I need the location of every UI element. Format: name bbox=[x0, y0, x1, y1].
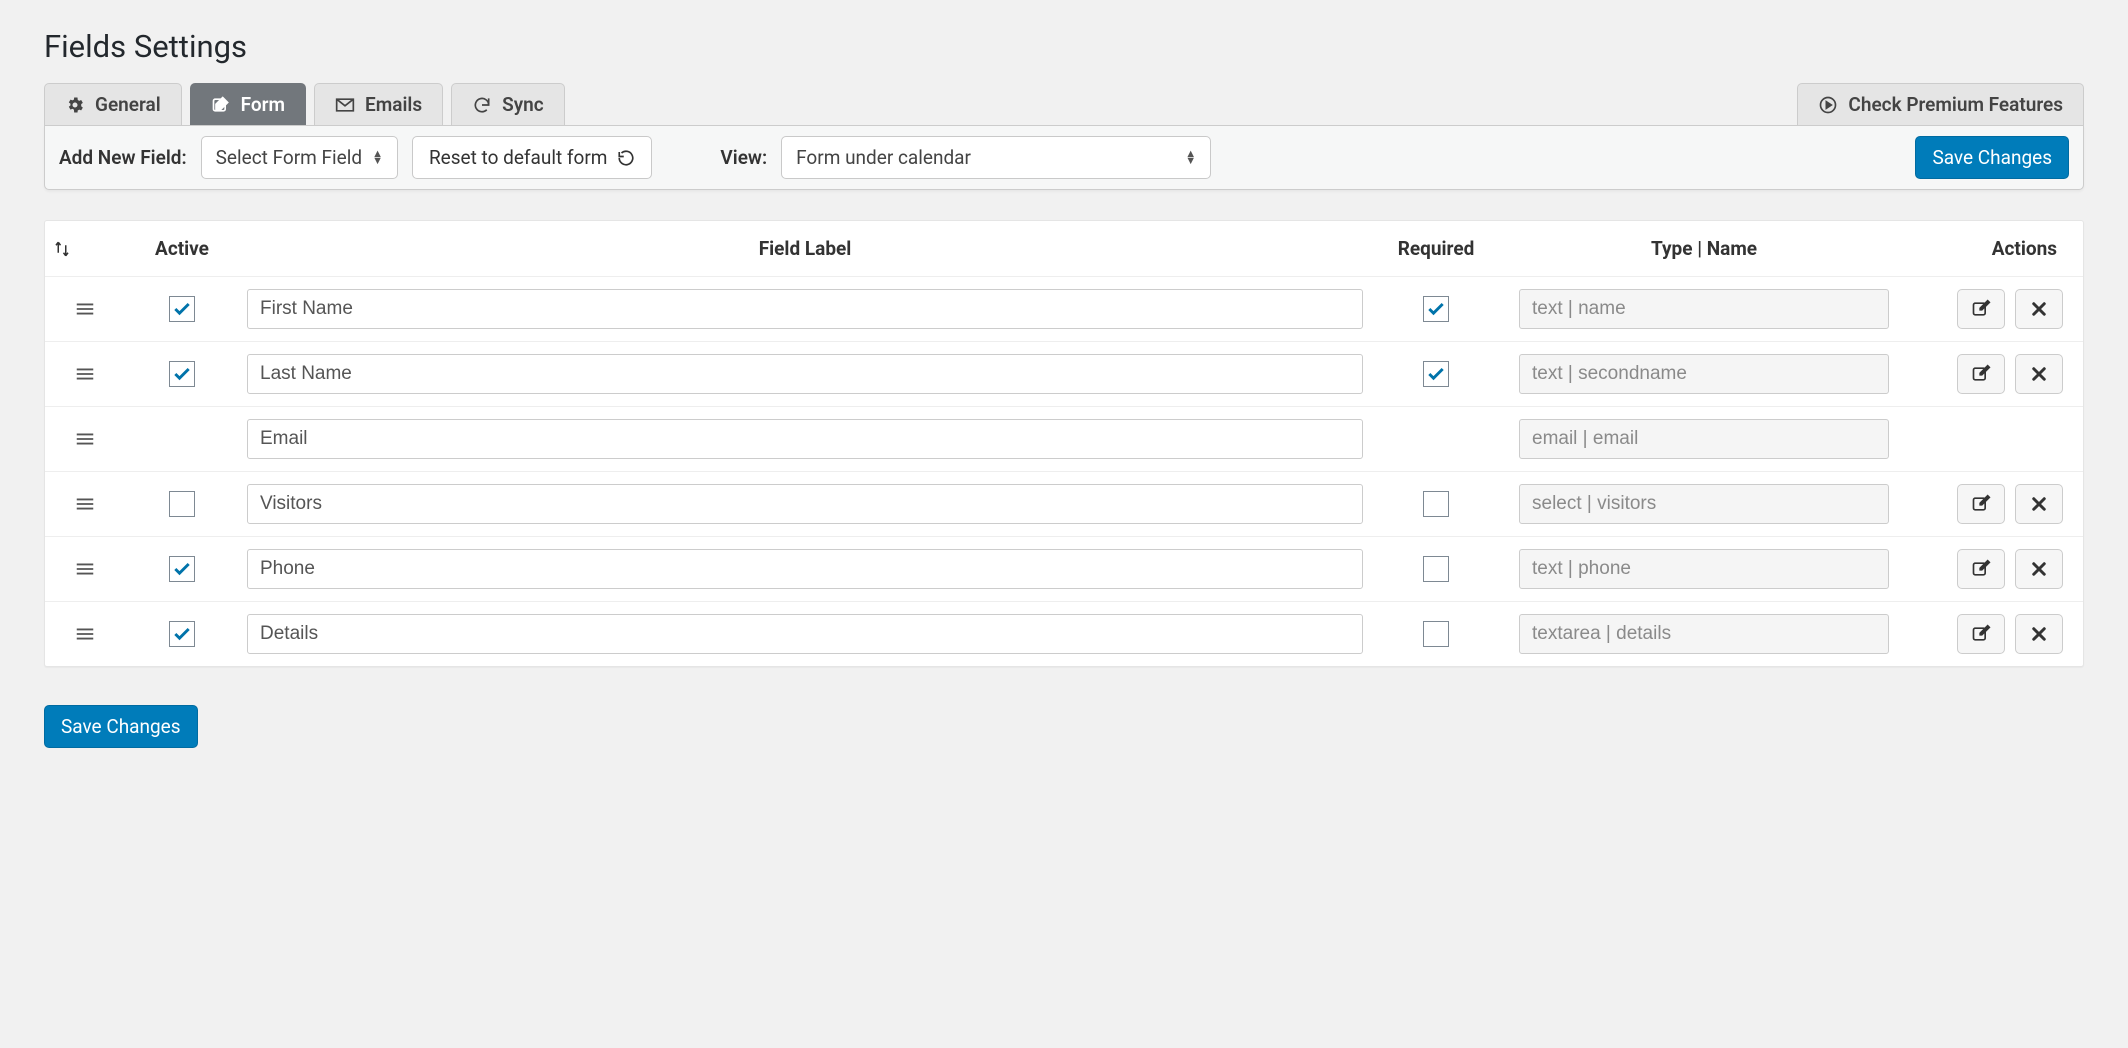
type-name-input bbox=[1519, 484, 1889, 524]
edit-icon bbox=[1971, 364, 1991, 384]
edit-button[interactable] bbox=[1957, 354, 2005, 394]
type-name-input bbox=[1519, 419, 1889, 459]
tab-label: Sync bbox=[502, 93, 544, 116]
type-name-input bbox=[1519, 354, 1889, 394]
refresh-icon bbox=[617, 149, 635, 167]
required-checkbox[interactable] bbox=[1423, 491, 1449, 517]
type-column-header: Type | Name bbox=[1509, 237, 1899, 260]
select-form-field-dropdown[interactable]: Select Form Field ▲▼ bbox=[201, 136, 398, 179]
button-label: Reset to default form bbox=[429, 146, 607, 169]
view-dropdown[interactable]: Form under calendar ▲▼ bbox=[781, 136, 1211, 179]
tab-emails[interactable]: Emails bbox=[314, 83, 443, 125]
edit-button[interactable] bbox=[1957, 549, 2005, 589]
field-label-input[interactable] bbox=[247, 614, 1363, 654]
type-name-input bbox=[1519, 289, 1889, 329]
table-row bbox=[45, 407, 2083, 472]
toolbar: Add New Field: Select Form Field ▲▼ Rese… bbox=[44, 125, 2084, 190]
close-icon bbox=[2030, 495, 2048, 513]
edit-icon bbox=[1971, 624, 1991, 644]
sync-icon bbox=[472, 95, 492, 115]
edit-box-icon bbox=[211, 95, 231, 115]
drag-handle-icon[interactable] bbox=[53, 298, 117, 320]
active-checkbox[interactable] bbox=[169, 491, 195, 517]
tab-label: Check Premium Features bbox=[1848, 93, 2063, 116]
field-label-input[interactable] bbox=[247, 484, 1363, 524]
select-value: Form under calendar bbox=[796, 146, 971, 169]
close-icon bbox=[2030, 300, 2048, 318]
drag-handle-icon[interactable] bbox=[53, 623, 117, 645]
sort-updown-icon: ▲▼ bbox=[1185, 151, 1196, 163]
table-row bbox=[45, 602, 2083, 666]
save-changes-button[interactable]: Save Changes bbox=[1915, 136, 2069, 179]
required-checkbox[interactable] bbox=[1423, 621, 1449, 647]
active-checkbox[interactable] bbox=[169, 621, 195, 647]
field-label-input[interactable] bbox=[247, 419, 1363, 459]
sort-column-header[interactable] bbox=[53, 240, 117, 258]
field-label-input[interactable] bbox=[247, 549, 1363, 589]
required-checkbox[interactable] bbox=[1423, 556, 1449, 582]
edit-button[interactable] bbox=[1957, 484, 2005, 524]
required-column-header: Required bbox=[1363, 237, 1509, 260]
required-checkbox[interactable] bbox=[1423, 296, 1449, 322]
delete-button[interactable] bbox=[2015, 484, 2063, 524]
field-label-input[interactable] bbox=[247, 354, 1363, 394]
label-column-header: Field Label bbox=[247, 237, 1363, 260]
drag-handle-icon[interactable] bbox=[53, 493, 117, 515]
tab-label: Emails bbox=[365, 93, 422, 116]
delete-button[interactable] bbox=[2015, 614, 2063, 654]
select-value: Select Form Field bbox=[216, 146, 362, 169]
delete-button[interactable] bbox=[2015, 289, 2063, 329]
field-label-input[interactable] bbox=[247, 289, 1363, 329]
save-changes-bottom-button[interactable]: Save Changes bbox=[44, 705, 198, 748]
edit-button[interactable] bbox=[1957, 289, 2005, 329]
tab-sync[interactable]: Sync bbox=[451, 83, 565, 125]
type-name-input bbox=[1519, 549, 1889, 589]
tab-label: Form bbox=[241, 93, 285, 116]
envelope-icon bbox=[335, 95, 355, 115]
play-circle-icon bbox=[1818, 95, 1838, 115]
drag-handle-icon[interactable] bbox=[53, 558, 117, 580]
drag-handle-icon[interactable] bbox=[53, 428, 117, 450]
active-column-header: Active bbox=[117, 237, 247, 260]
page-title: Fields Settings bbox=[44, 28, 2084, 65]
drag-handle-icon[interactable] bbox=[53, 363, 117, 385]
table-row bbox=[45, 342, 2083, 407]
table-row bbox=[45, 472, 2083, 537]
table-row bbox=[45, 277, 2083, 342]
view-label: View: bbox=[720, 146, 767, 169]
table-row bbox=[45, 537, 2083, 602]
tab-premium[interactable]: Check Premium Features bbox=[1797, 83, 2084, 125]
active-checkbox[interactable] bbox=[169, 361, 195, 387]
tab-general[interactable]: General bbox=[44, 83, 182, 125]
tab-form[interactable]: Form bbox=[190, 83, 306, 125]
active-checkbox[interactable] bbox=[169, 556, 195, 582]
delete-button[interactable] bbox=[2015, 354, 2063, 394]
active-checkbox[interactable] bbox=[169, 296, 195, 322]
delete-button[interactable] bbox=[2015, 549, 2063, 589]
button-label: Save Changes bbox=[1932, 146, 2052, 169]
table-header-row: Active Field Label Required Type | Name … bbox=[45, 221, 2083, 277]
type-name-input bbox=[1519, 614, 1889, 654]
reset-to-default-button[interactable]: Reset to default form bbox=[412, 136, 652, 179]
edit-icon bbox=[1971, 559, 1991, 579]
add-new-field-label: Add New Field: bbox=[59, 146, 187, 169]
fields-table: Active Field Label Required Type | Name … bbox=[44, 220, 2084, 667]
button-label: Save Changes bbox=[61, 715, 181, 738]
sort-updown-icon: ▲▼ bbox=[372, 151, 383, 163]
edit-button[interactable] bbox=[1957, 614, 2005, 654]
edit-icon bbox=[1971, 494, 1991, 514]
close-icon bbox=[2030, 625, 2048, 643]
close-icon bbox=[2030, 560, 2048, 578]
actions-column-header: Actions bbox=[1899, 237, 2063, 260]
edit-icon bbox=[1971, 299, 1991, 319]
tab-label: General bbox=[95, 93, 161, 116]
tabs-row: General Form Emails Sync Check Premium F… bbox=[44, 83, 2084, 125]
close-icon bbox=[2030, 365, 2048, 383]
required-checkbox[interactable] bbox=[1423, 361, 1449, 387]
gear-icon bbox=[65, 95, 85, 115]
